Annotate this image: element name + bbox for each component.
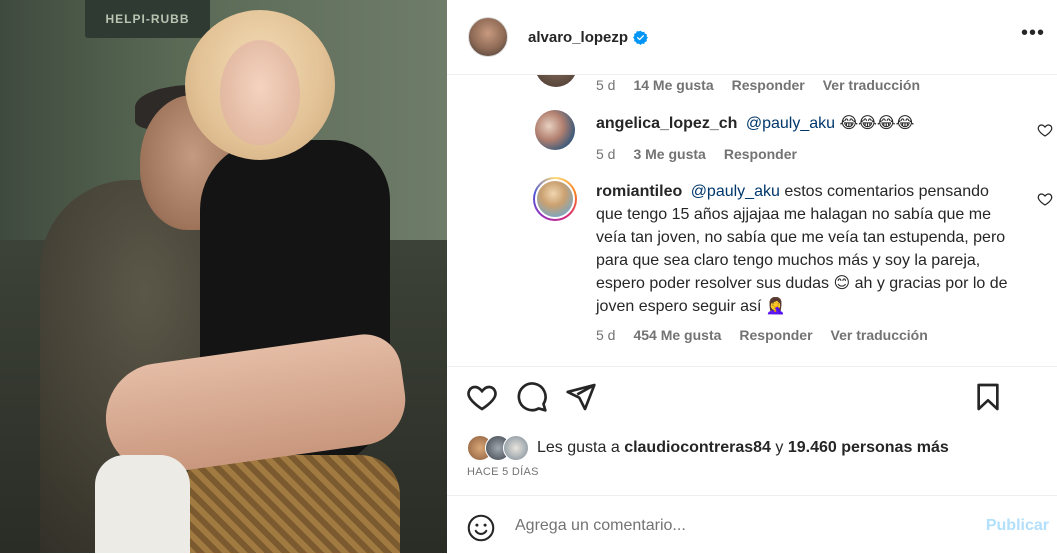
save-icon[interactable] xyxy=(972,381,1004,413)
photo-chair xyxy=(180,455,400,553)
post-actions: Les gusta a claudiocontreras84 y 19.460 … xyxy=(447,366,1057,487)
comment-avatar[interactable] xyxy=(535,75,577,87)
comment-time[interactable]: 5 d xyxy=(596,327,615,343)
publish-button[interactable]: Publicar xyxy=(986,517,1049,535)
comments-list: 5 d 14 Me gusta Responder Ver traducción… xyxy=(447,75,1057,365)
photo-wall-sign: HELPI-RUBB xyxy=(85,0,210,38)
comment-likes[interactable]: 3 Me gusta xyxy=(633,146,705,162)
comment-body: angelica_lopez_ch @pauly_aku 😂😂😂😂 xyxy=(596,112,1057,135)
liker-username[interactable]: claudiocontreras84 xyxy=(624,439,771,457)
comment-input[interactable] xyxy=(515,513,975,539)
comment-username[interactable]: angelica_lopez_ch xyxy=(596,115,737,132)
comment-icon[interactable] xyxy=(516,381,548,413)
comment-like-heart-icon[interactable] xyxy=(1037,122,1053,138)
reply-button[interactable]: Responder xyxy=(724,146,797,162)
likes-summary: Les gusta a claudiocontreras84 y 19.460 … xyxy=(467,435,949,461)
post-date[interactable]: HACE 5 DÍAS xyxy=(467,466,539,478)
comment-composer: Publicar xyxy=(447,495,1057,554)
comment-meta: 5 d 3 Me gusta Responder xyxy=(596,146,1057,162)
comment-like-heart-icon[interactable] xyxy=(1037,191,1053,207)
photo-woman-face xyxy=(220,40,300,145)
post-photo[interactable]: HELPI-RUBB xyxy=(0,0,447,553)
comment-likes[interactable]: 454 Me gusta xyxy=(633,327,721,343)
translate-button[interactable]: Ver traducción xyxy=(831,327,928,343)
comment-likes[interactable]: 14 Me gusta xyxy=(633,77,713,93)
likers-avatar-stack[interactable] xyxy=(467,435,529,461)
comment-mention[interactable]: @pauly_aku xyxy=(691,183,780,200)
comment-body: romiantileo @pauly_aku estos comentarios… xyxy=(596,180,1016,318)
translate-button[interactable]: Ver traducción xyxy=(823,77,920,93)
share-icon[interactable] xyxy=(565,381,597,413)
more-options-icon[interactable]: ••• xyxy=(1021,23,1045,46)
comment-avatar[interactable] xyxy=(535,179,575,219)
author-avatar[interactable] xyxy=(468,17,508,57)
comment-username[interactable]: romiantileo xyxy=(596,183,682,200)
comment-meta: 5 d 14 Me gusta Responder Ver traducción xyxy=(596,77,1057,93)
author-username[interactable]: alvaro_lopezp xyxy=(528,29,628,46)
emoji-icon[interactable] xyxy=(467,514,495,542)
post-header: alvaro_lopezp ••• xyxy=(447,0,1057,75)
comment-meta: 5 d 454 Me gusta Responder Ver traducció… xyxy=(596,327,1057,343)
post-details-panel: alvaro_lopezp ••• 5 d 14 Me gusta Respon… xyxy=(447,0,1057,553)
likes-conjunction: y xyxy=(775,439,784,456)
photo-boot xyxy=(95,455,190,553)
comment-text: estos comentarios pensando que tengo 15 … xyxy=(596,183,1008,315)
comment-time[interactable]: 5 d xyxy=(596,146,615,162)
comment-avatar[interactable] xyxy=(535,110,575,150)
likes-count-link[interactable]: 19.460 personas más xyxy=(788,439,949,457)
comment-time[interactable]: 5 d xyxy=(596,77,615,93)
reply-button[interactable]: Responder xyxy=(732,77,805,93)
reply-button[interactable]: Responder xyxy=(739,327,812,343)
heart-icon[interactable] xyxy=(466,381,498,413)
comment-text: 😂😂😂😂 xyxy=(839,115,915,132)
comment-mention[interactable]: @pauly_aku xyxy=(746,115,835,132)
likes-prefix: Les gusta a xyxy=(537,439,620,456)
verified-badge-icon xyxy=(633,30,648,45)
